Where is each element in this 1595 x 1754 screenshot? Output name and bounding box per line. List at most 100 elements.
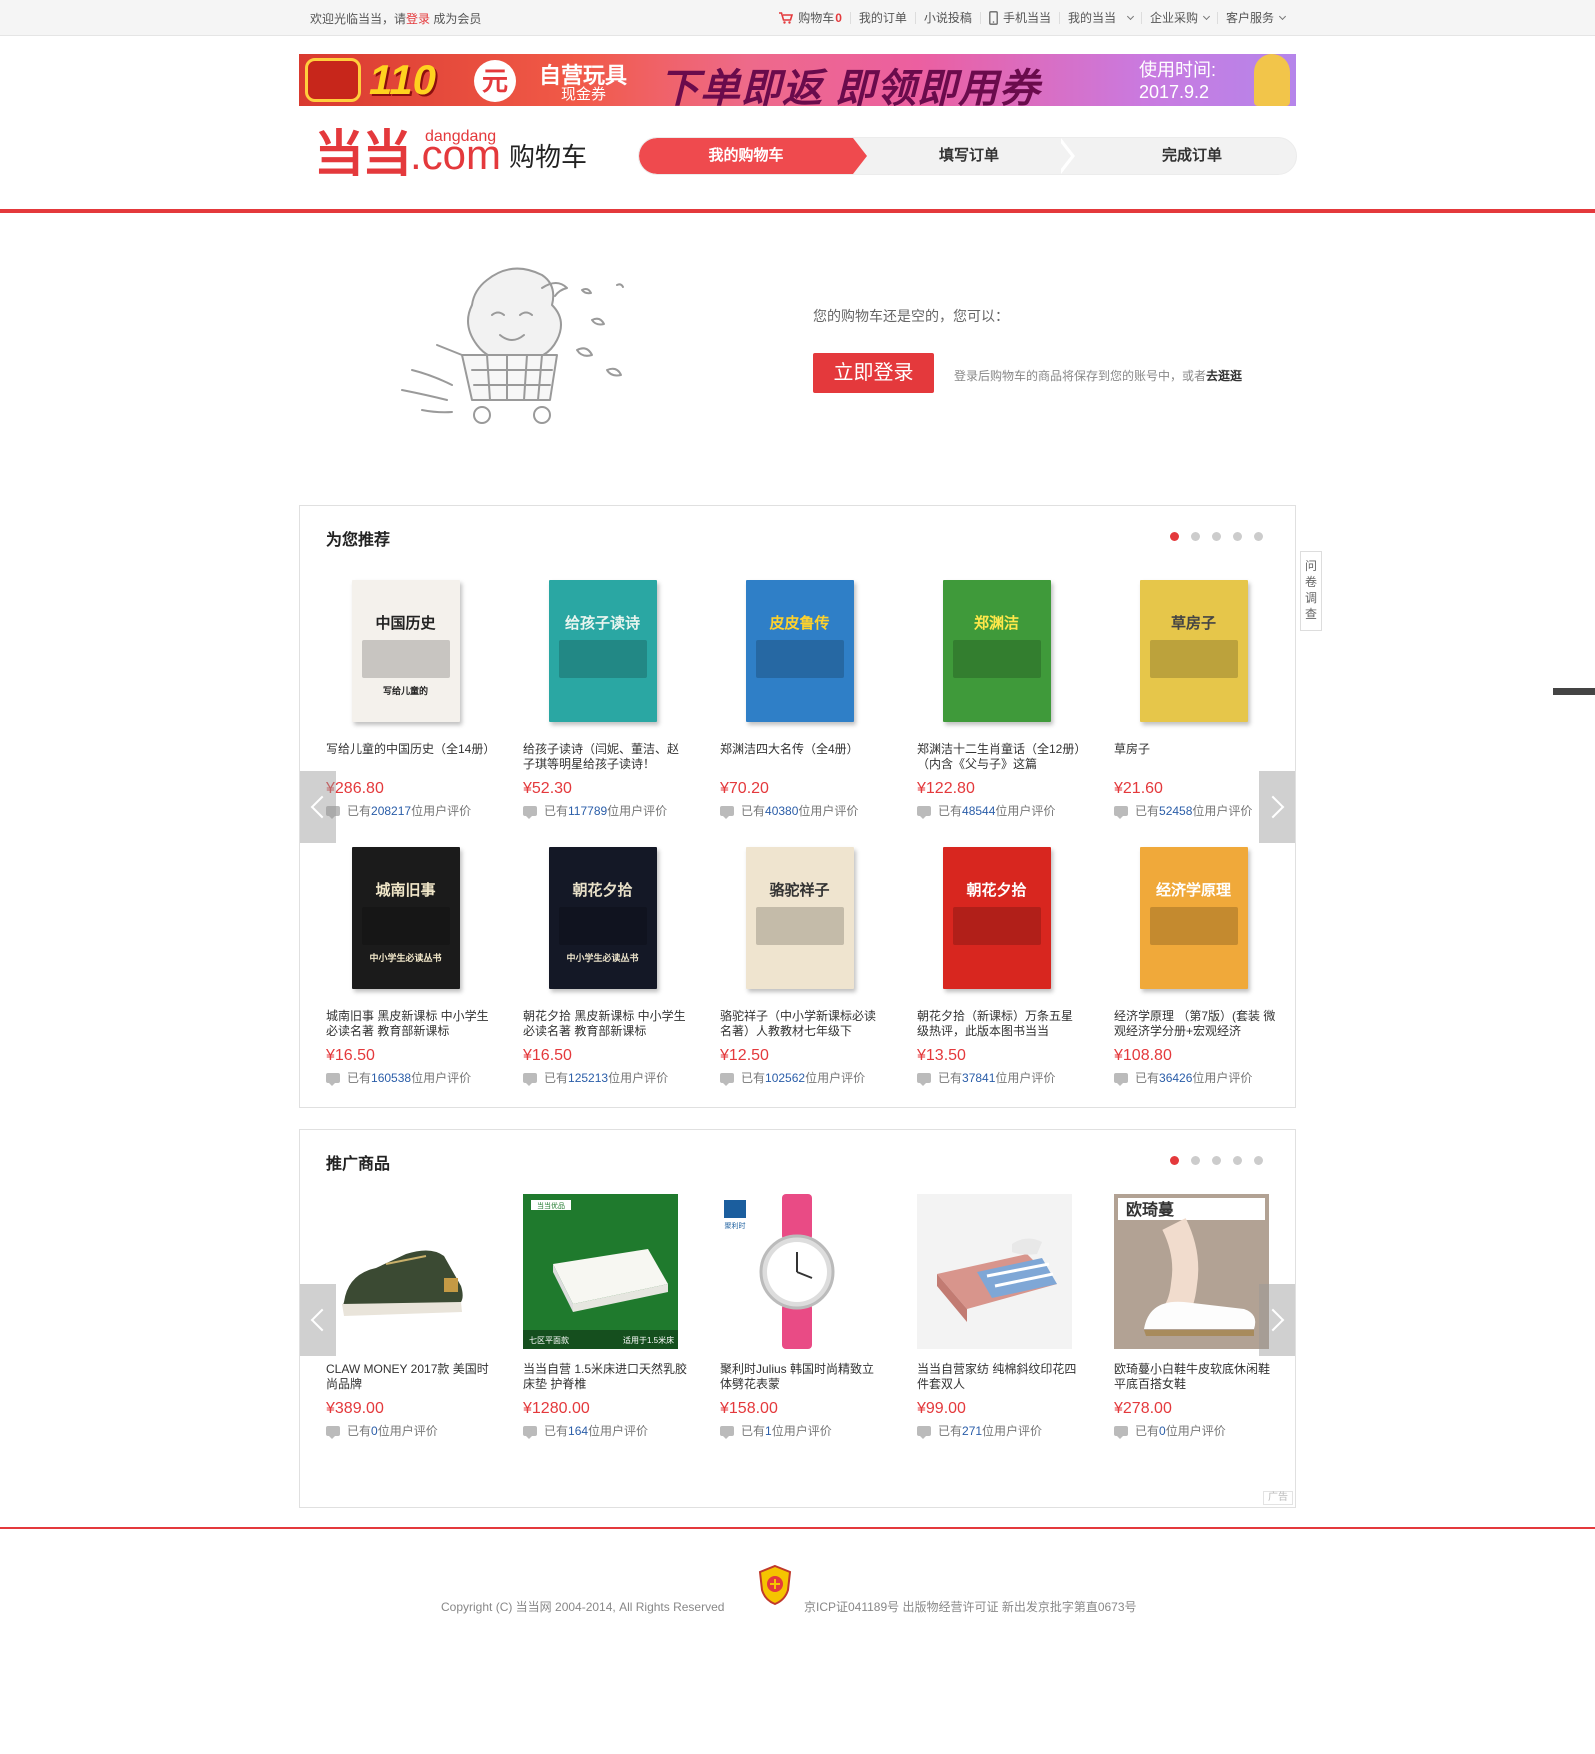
review-suffix: 位用户评价 [1165, 1424, 1226, 1438]
product-image[interactable]: 朝花夕拾 中小学生必读丛书 [523, 841, 678, 996]
carousel-prev-button[interactable] [300, 771, 336, 843]
product-card[interactable]: 给孩子读诗 给孩子读诗（闫妮、董洁、赵子琪等明星给孩子读诗！ ¥52.30 已有 117… [523, 574, 688, 819]
top-nav-novel[interactable]: 小说投稿 [914, 12, 980, 24]
top-nav-enterprise[interactable]: 企业采购 [1140, 12, 1217, 24]
product-image[interactable]: 中国历史 写给儿童的 [326, 574, 481, 729]
product-image[interactable]: 郑渊洁 [917, 574, 1072, 729]
top-nav-cart[interactable]: 购物车 0 [771, 12, 850, 24]
carousel-dot[interactable] [1191, 532, 1200, 541]
book-cover-title: 中国历史 [375, 615, 436, 632]
product-image[interactable] [917, 1194, 1072, 1349]
review-suffix: 位用户评价 [608, 1071, 669, 1085]
product-card[interactable]: 城南旧事 中小学生必读丛书 城南旧事 黑皮新课标 中小学生必读名著 教育部新课标 ¥1… [326, 841, 491, 1086]
product-card[interactable]: 骆驼祥子 骆驼祥子（中小学新课标必读名著）人教教材七年级下 ¥12.50 已有 1025… [720, 841, 885, 1086]
carousel-dot[interactable] [1254, 1156, 1263, 1165]
product-card[interactable]: 草房子 草房子 ¥21.60 已有 52458 位用户评价 [1114, 574, 1279, 819]
product-image[interactable]: 给孩子读诗 [523, 574, 678, 729]
login-now-button[interactable]: 立即登录 [813, 353, 934, 393]
carousel-prev-button[interactable] [300, 1284, 336, 1356]
product-name[interactable]: 郑渊洁四大名传（全4册） [720, 742, 885, 772]
review-count[interactable]: 117789 [568, 804, 607, 818]
carousel-dot[interactable] [1170, 1156, 1179, 1165]
carousel-dot[interactable] [1254, 532, 1263, 541]
review-count[interactable]: 1 [765, 1424, 772, 1438]
survey-tab[interactable]: 问卷调查 [1300, 551, 1322, 631]
product-card[interactable]: 皮皮鲁传 郑渊洁四大名传（全4册） ¥70.20 已有 40380 位用户评价 [720, 574, 885, 819]
comment-icon [523, 805, 537, 819]
register-link[interactable]: 成为会员 [433, 12, 481, 26]
go-browse-link[interactable]: 去逛逛 [1206, 369, 1242, 383]
carousel-dot[interactable] [1233, 1156, 1242, 1165]
product-card[interactable]: 当当自营家纺 纯棉斜纹印花四件套双人 ¥99.00 已有 271 位用户评价 [917, 1194, 1082, 1439]
review-count[interactable]: 48544 [962, 804, 995, 818]
product-image[interactable]: 聚利时 [720, 1194, 875, 1349]
product-card[interactable]: 中国历史 写给儿童的 写给儿童的中国历史（全14册） ¥286.80 已有 208217 位… [326, 574, 491, 819]
product-name[interactable]: 当当自营 1.5米床进口天然乳胶床垫 护脊椎 [523, 1362, 688, 1392]
product-card[interactable]: 朝花夕拾 中小学生必读丛书 朝花夕拾 黑皮新课标 中小学生必读名著 教育部新课标 ¥1… [523, 841, 688, 1086]
review-suffix: 位用户评价 [377, 1424, 438, 1438]
carousel-next-button[interactable] [1259, 771, 1295, 843]
dangdang-logo[interactable]: 当当 .com dangdang 购物车 [314, 128, 587, 179]
review-count[interactable]: 164 [568, 1424, 588, 1438]
review-count[interactable]: 208217 [371, 804, 411, 818]
product-name[interactable]: 朝花夕拾（新课标）万条五星级热评，此版本图书当当 [917, 1009, 1082, 1039]
product-name[interactable]: 聚利时Julius 韩国时尚精致立体劈花表蒙 [720, 1362, 885, 1392]
product-name[interactable]: 当当自营家纺 纯棉斜纹印花四件套双人 [917, 1362, 1082, 1392]
ad-label: 广告 [1263, 1491, 1293, 1505]
product-name[interactable]: 城南旧事 黑皮新课标 中小学生必读名著 教育部新课标 [326, 1009, 491, 1039]
product-name[interactable]: 经济学原理 （第7版）(套装 微观经济学分册+宏观经济 [1114, 1009, 1279, 1039]
product-card[interactable]: 经济学原理 经济学原理 （第7版）(套装 微观经济学分册+宏观经济 ¥108.80 已… [1114, 841, 1279, 1086]
login-link[interactable]: 登录 [406, 12, 430, 26]
carousel-dot[interactable] [1212, 1156, 1221, 1165]
product-image[interactable]: 草房子 [1114, 574, 1269, 729]
carousel-dot[interactable] [1212, 532, 1221, 541]
side-toolbar-handle[interactable] [1553, 688, 1595, 695]
book-cover-title: 给孩子读诗 [564, 615, 640, 632]
review-count[interactable]: 271 [962, 1424, 982, 1438]
product-card[interactable]: 聚利时 聚利时Julius 韩国时尚精致立体劈花表蒙 ¥158.00 已有 1 位用户评价 [720, 1194, 885, 1439]
product-card[interactable]: 当当优品 七区平面款 适用于1.5米床 当当自营 1.5米床进口天然乳胶床垫 护脊椎 ¥… [523, 1194, 688, 1439]
product-card[interactable]: 朝花夕拾 朝花夕拾（新课标）万条五星级热评，此版本图书当当 ¥13.50 已有 3784… [917, 841, 1082, 1086]
product-card[interactable]: 欧琦蔓 欧琦蔓小白鞋牛皮软底休闲鞋平底百搭女鞋 ¥278.00 已有 0 位用户评价 [1114, 1194, 1279, 1439]
top-nav-orders[interactable]: 我的订单 [849, 12, 915, 24]
review-count[interactable]: 36426 [1159, 1071, 1192, 1085]
product-name[interactable]: 骆驼祥子（中小学新课标必读名著）人教教材七年级下 [720, 1009, 885, 1039]
product-name[interactable]: 欧琦蔓小白鞋牛皮软底休闲鞋平底百搭女鞋 [1114, 1362, 1279, 1392]
carousel-next-button[interactable] [1259, 1284, 1295, 1356]
review-count[interactable]: 160538 [371, 1071, 411, 1085]
product-image[interactable]: 欧琦蔓 [1114, 1194, 1269, 1349]
top-nav-mobile[interactable]: 手机当当 [979, 11, 1059, 25]
review-count[interactable]: 0 [1159, 1424, 1166, 1438]
review-count[interactable]: 125213 [568, 1071, 608, 1085]
product-card[interactable]: 郑渊洁 郑渊洁十二生肖童话（全12册）（内含《父与子》这篇 ¥122.80 已有 485… [917, 574, 1082, 819]
carousel-dot[interactable] [1191, 1156, 1200, 1165]
comment-icon [523, 1425, 537, 1439]
product-image[interactable] [326, 1194, 481, 1349]
product-image[interactable]: 皮皮鲁传 [720, 574, 875, 729]
review-count[interactable]: 37841 [962, 1071, 995, 1085]
welcome-text: 欢迎光临当当，请登录 成为会员 [310, 10, 481, 27]
carousel-dot[interactable] [1233, 532, 1242, 541]
top-nav-my-dangdang[interactable]: 我的当当 [1058, 12, 1141, 24]
product-image[interactable]: 骆驼祥子 [720, 841, 875, 996]
product-name[interactable]: 草房子 [1114, 742, 1279, 772]
product-name[interactable]: 写给儿童的中国历史（全14册） [326, 742, 491, 772]
review-count[interactable]: 0 [371, 1424, 378, 1438]
product-card[interactable]: CLAW MONEY 2017款 美国时尚品牌 ¥389.00 已有 0 位用户评价 [326, 1194, 491, 1439]
top-nav-service[interactable]: 客户服务 [1216, 12, 1287, 24]
review-count[interactable]: 102562 [765, 1071, 805, 1085]
product-image[interactable]: 朝花夕拾 [917, 841, 1072, 996]
product-image[interactable]: 当当优品 七区平面款 适用于1.5米床 [523, 1194, 678, 1349]
carousel-dot[interactable] [1170, 532, 1179, 541]
promo-banner[interactable]: 110 元 自营玩具 现金券 下单即返 即领即用券 使用时间: 2017.9.2 [299, 54, 1296, 106]
product-name[interactable]: 郑渊洁十二生肖童话（全12册）（内含《父与子》这篇 [917, 742, 1082, 772]
product-name[interactable]: 朝花夕拾 黑皮新课标 中小学生必读名著 教育部新课标 [523, 1009, 688, 1039]
product-name[interactable]: 给孩子读诗（闫妮、董洁、赵子琪等明星给孩子读诗！ [523, 742, 688, 772]
product-image[interactable]: 城南旧事 中小学生必读丛书 [326, 841, 481, 996]
banner-headline: 下单即返 即领即用券 [659, 67, 1041, 106]
product-name[interactable]: CLAW MONEY 2017款 美国时尚品牌 [326, 1362, 491, 1392]
police-badge-icon[interactable] [757, 1564, 793, 1606]
review-count[interactable]: 40380 [765, 804, 798, 818]
product-image[interactable]: 经济学原理 [1114, 841, 1269, 996]
review-count[interactable]: 52458 [1159, 804, 1192, 818]
